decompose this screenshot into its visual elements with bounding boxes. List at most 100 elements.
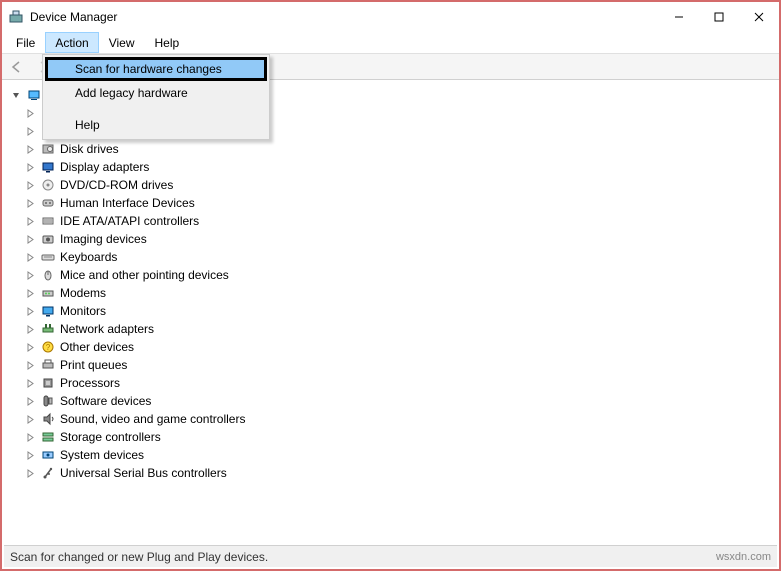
chevron-right-icon[interactable] [24,107,36,119]
action-dropdown: Scan for hardware changes Add legacy har… [42,54,270,140]
system-icon [40,447,56,463]
tree-node[interactable]: Network adapters [24,320,777,338]
window-title: Device Manager [30,10,117,24]
menu-help-item[interactable]: Help [45,113,267,137]
tree-node-label: Universal Serial Bus controllers [60,466,227,480]
tree-node[interactable]: System devices [24,446,777,464]
titlebar: Device Manager [2,2,779,32]
minimize-button[interactable] [659,2,699,32]
tree-node[interactable]: Universal Serial Bus controllers [24,464,777,482]
other-icon: ? [40,339,56,355]
chevron-right-icon[interactable] [24,413,36,425]
tree-node-label: System devices [60,448,144,462]
chevron-right-icon[interactable] [24,323,36,335]
chevron-right-icon[interactable] [24,197,36,209]
menu-file[interactable]: File [6,32,45,53]
maximize-button[interactable] [699,2,739,32]
tree-node-label: IDE ATA/ATAPI controllers [60,214,199,228]
chevron-right-icon[interactable] [24,377,36,389]
tree-node[interactable]: Sound, video and game controllers [24,410,777,428]
tree-node[interactable]: Processors [24,374,777,392]
tree-node[interactable]: ? Other devices [24,338,777,356]
menubar: File Action View Help [2,32,779,54]
tree-node-label: DVD/CD-ROM drives [60,178,173,192]
tree-node-label: Monitors [60,304,106,318]
chevron-right-icon[interactable] [24,467,36,479]
tree-node[interactable]: Disk drives [24,140,777,158]
chevron-right-icon[interactable] [24,395,36,407]
monitor-icon [40,303,56,319]
tree-node[interactable]: Software devices [24,392,777,410]
network-icon [40,321,56,337]
tree-node[interactable]: Imaging devices [24,230,777,248]
close-button[interactable] [739,2,779,32]
chevron-right-icon[interactable] [24,161,36,173]
chevron-right-icon[interactable] [24,287,36,299]
storage-icon [40,429,56,445]
hid-icon [40,195,56,211]
svg-text:?: ? [46,343,51,352]
keyboard-icon [40,249,56,265]
tree-node-label: Mice and other pointing devices [60,268,229,282]
tree-node[interactable]: Mice and other pointing devices [24,266,777,284]
chevron-right-icon[interactable] [24,305,36,317]
chevron-right-icon[interactable] [24,431,36,443]
software-icon [40,393,56,409]
tree-node-label: Software devices [60,394,151,408]
chevron-right-icon[interactable] [24,341,36,353]
chevron-right-icon[interactable] [24,215,36,227]
tree-node-label: Keyboards [60,250,117,264]
tree-node-label: Imaging devices [60,232,147,246]
chevron-right-icon[interactable] [24,449,36,461]
chevron-right-icon[interactable] [24,143,36,155]
tree-node-label: Modems [60,286,106,300]
chevron-right-icon[interactable] [24,125,36,137]
tree-node-label: Storage controllers [60,430,161,444]
tree-node-label: Other devices [60,340,134,354]
imaging-icon [40,231,56,247]
chevron-right-icon[interactable] [24,251,36,263]
menu-action[interactable]: Action [45,32,98,53]
tree-node-label: Network adapters [60,322,154,336]
sound-icon [40,411,56,427]
tree-node-label: Display adapters [60,160,149,174]
tree-node[interactable]: Storage controllers [24,428,777,446]
cpu-icon [40,375,56,391]
menu-help[interactable]: Help [145,32,190,53]
chevron-right-icon[interactable] [24,269,36,281]
tree-node[interactable]: DVD/CD-ROM drives [24,176,777,194]
chevron-right-icon[interactable] [24,233,36,245]
tree-node[interactable]: Modems [24,284,777,302]
disk-icon [40,141,56,157]
tree-node-label: Sound, video and game controllers [60,412,245,426]
tree-node-label: Disk drives [60,142,119,156]
menu-add-legacy[interactable]: Add legacy hardware [45,81,267,105]
tree-node-label: Human Interface Devices [60,196,195,210]
chevron-right-icon[interactable] [24,179,36,191]
device-tree: BluetoothComputerDisk drivesDisplay adap… [4,82,777,543]
status-text: Scan for changed or new Plug and Play de… [10,550,268,564]
back-button[interactable] [6,56,28,78]
statusbar: Scan for changed or new Plug and Play de… [4,545,777,567]
mouse-icon [40,267,56,283]
modem-icon [40,285,56,301]
tree-node[interactable]: Display adapters [24,158,777,176]
tree-node[interactable]: Monitors [24,302,777,320]
tree-node[interactable]: Print queues [24,356,777,374]
tree-node[interactable]: Human Interface Devices [24,194,777,212]
computer-root-icon [26,87,42,103]
credit-text: wsxdn.com [716,551,771,563]
usb-icon [40,465,56,481]
print-icon [40,357,56,373]
menu-scan-hardware[interactable]: Scan for hardware changes [45,57,267,81]
tree-node[interactable]: IDE ATA/ATAPI controllers [24,212,777,230]
ide-icon [40,213,56,229]
tree-node[interactable]: Keyboards [24,248,777,266]
chevron-right-icon[interactable] [24,359,36,371]
display-icon [40,159,56,175]
tree-node-label: Print queues [60,358,127,372]
tree-node-label: Processors [60,376,120,390]
dvd-icon [40,177,56,193]
menu-view[interactable]: View [99,32,145,53]
chevron-down-icon[interactable] [10,89,22,101]
